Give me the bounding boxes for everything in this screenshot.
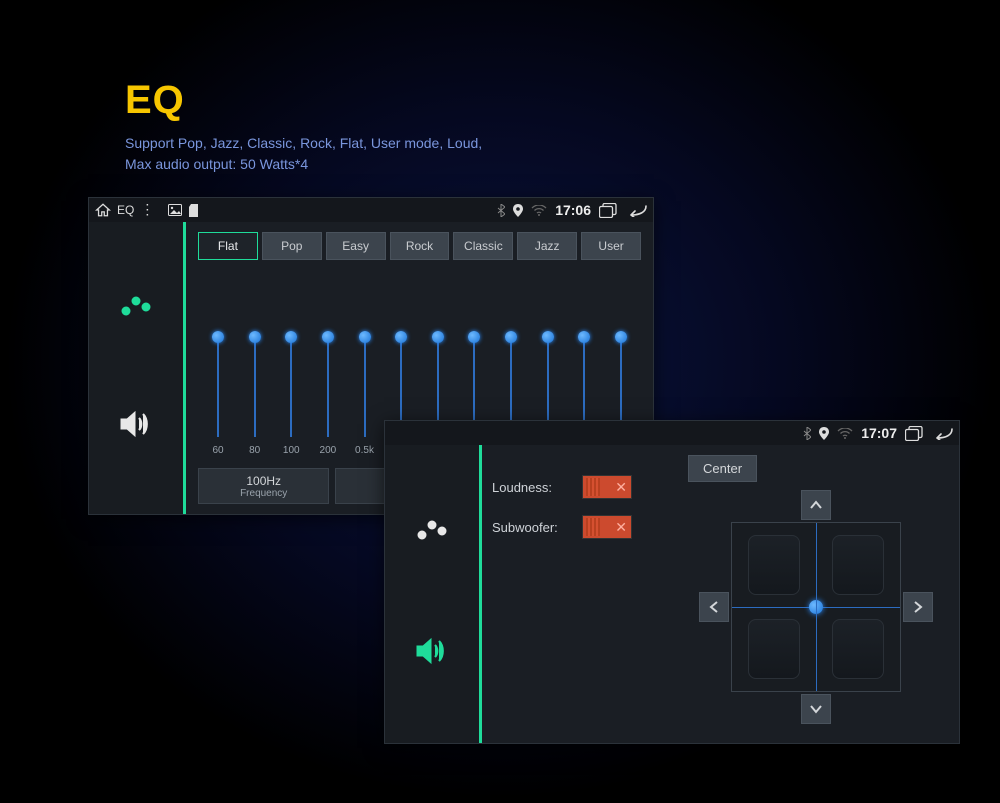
loudness-label: Loudness: (492, 480, 572, 495)
location-icon (513, 204, 523, 217)
preset-rock[interactable]: Rock (390, 232, 450, 260)
center-button[interactable]: Center (688, 455, 757, 482)
status-bar: 17:07 (385, 421, 959, 445)
recents-icon[interactable] (905, 426, 923, 441)
close-icon: ✕ (615, 519, 627, 536)
preset-row: FlatPopEasyRockClassicJazzUser (198, 232, 641, 260)
preset-user[interactable]: User (581, 232, 641, 260)
fader-right-button[interactable] (903, 592, 933, 622)
page-title: EQ (125, 78, 482, 123)
clock-time: 17:07 (861, 425, 897, 441)
clock-time: 17:06 (555, 202, 591, 218)
speaker-icon[interactable] (118, 409, 154, 444)
wifi-icon (837, 428, 853, 439)
status-bar: EQ ⋮ 17:06 (89, 198, 653, 222)
loudness-row: Loudness: ✕ (492, 475, 672, 499)
frequency-display[interactable]: 100Hz Frequency (198, 468, 329, 504)
app-label: EQ (117, 203, 134, 217)
wifi-icon (531, 205, 547, 216)
loudness-toggle[interactable]: ✕ (582, 475, 632, 499)
eq-band-80[interactable]: 80 (239, 337, 271, 456)
preset-flat[interactable]: Flat (198, 232, 258, 260)
balance-window: 17:07 (384, 420, 960, 744)
home-icon[interactable] (95, 203, 111, 217)
fader-left-button[interactable] (699, 592, 729, 622)
sliders-icon[interactable] (119, 293, 153, 328)
subwoofer-toggle[interactable]: ✕ (582, 515, 632, 539)
eq-band-200[interactable]: 200 (312, 337, 344, 456)
fader-position-dot[interactable] (809, 600, 823, 614)
seat-front-right (832, 535, 884, 595)
sd-icon[interactable] (188, 204, 199, 217)
picture-icon[interactable] (168, 204, 182, 216)
subwoofer-label: Subwoofer: (492, 520, 572, 535)
fader-grid (697, 488, 935, 733)
preset-easy[interactable]: Easy (326, 232, 386, 260)
back-icon[interactable] (931, 427, 953, 440)
eq-band-100[interactable]: 100 (275, 337, 307, 456)
sliders-icon[interactable] (415, 517, 449, 552)
balance-sidebar (385, 445, 479, 743)
back-icon[interactable] (625, 204, 647, 217)
eq-sidebar (89, 222, 183, 514)
close-icon: ✕ (615, 479, 627, 496)
page-heading: EQ Support Pop, Jazz, Classic, Rock, Fla… (125, 78, 482, 175)
subwoofer-row: Subwoofer: ✕ (492, 515, 672, 539)
fader-down-button[interactable] (801, 694, 831, 724)
bluetooth-icon (803, 427, 811, 440)
eq-band-0.5k[interactable]: 0.5k (349, 337, 381, 456)
preset-classic[interactable]: Classic (453, 232, 513, 260)
seat-rear-left (748, 619, 800, 679)
preset-jazz[interactable]: Jazz (517, 232, 577, 260)
more-icon[interactable]: ⋮ (140, 207, 150, 213)
page-description: Support Pop, Jazz, Classic, Rock, Flat, … (125, 133, 482, 175)
speaker-icon[interactable] (414, 636, 450, 671)
location-icon (819, 427, 829, 440)
seat-front-left (748, 535, 800, 595)
preset-pop[interactable]: Pop (262, 232, 322, 260)
fader-pad[interactable] (731, 522, 901, 692)
recents-icon[interactable] (599, 203, 617, 218)
eq-band-60[interactable]: 60 (202, 337, 234, 456)
seat-rear-right (832, 619, 884, 679)
fader-up-button[interactable] (801, 490, 831, 520)
bluetooth-icon (497, 204, 505, 217)
